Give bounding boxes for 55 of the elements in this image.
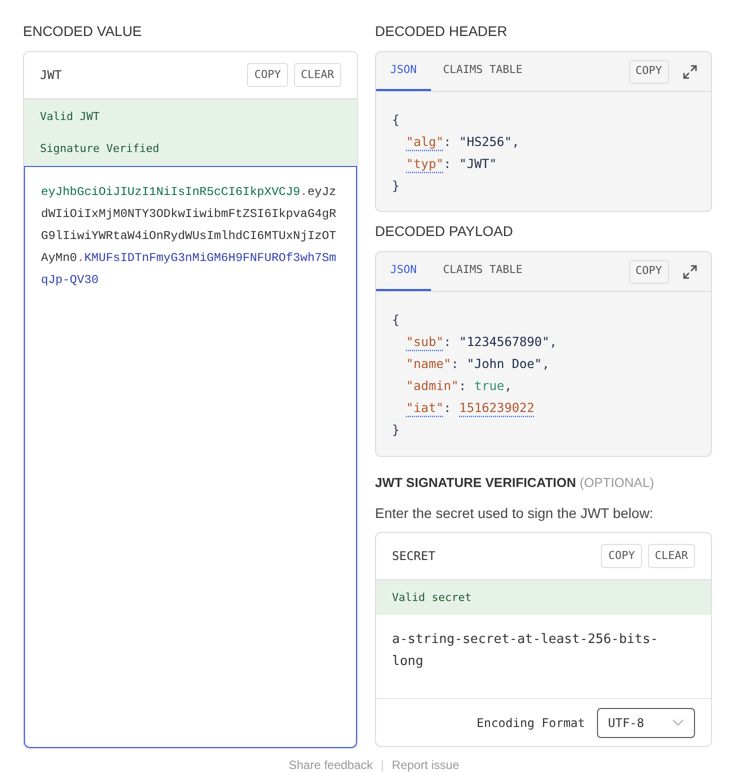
code-text: :	[444, 333, 452, 351]
claim-key: "name"	[406, 353, 452, 375]
claim-value: "JWT"	[459, 155, 497, 173]
claim-value: "John Doe"	[466, 355, 542, 373]
encoding-label: Encoding Format	[476, 714, 585, 732]
code-text: ,	[542, 355, 550, 373]
tab[interactable]: CLAIMS TABLE	[431, 52, 534, 91]
chevron-down-icon	[672, 718, 684, 726]
code-text: ,	[549, 333, 558, 351]
claim-key[interactable]: "typ"	[406, 153, 444, 175]
code-text: }	[392, 177, 401, 195]
action-button[interactable]: CLEAR	[648, 544, 695, 568]
claim-key[interactable]: "alg"	[406, 131, 444, 153]
expand-icon[interactable]	[683, 64, 697, 78]
code-text: {	[392, 111, 401, 129]
action-button[interactable]: COPY	[247, 63, 288, 87]
section-title: DECODED HEADER	[375, 22, 508, 40]
code-text: }	[392, 421, 401, 439]
encoding-select[interactable]: UTF-8	[597, 708, 695, 738]
code-text: :	[444, 399, 452, 417]
claim-value: "1234567890"	[459, 333, 550, 351]
section-title: ENCODED VALUE	[23, 22, 143, 40]
copy-button[interactable]: COPY	[628, 260, 669, 284]
code-text: ,	[512, 133, 520, 151]
secret-field[interactable]: a-string-secret-at-least-256-bits-long	[376, 615, 711, 699]
tab[interactable]: CLAIMS TABLE	[431, 252, 534, 291]
status-banner: Valid secret	[376, 581, 711, 615]
code-text: {	[392, 311, 401, 329]
status-text: Signature Verified	[40, 141, 160, 157]
code-text: :	[451, 355, 459, 373]
code-text: :	[444, 133, 452, 151]
tab[interactable]: JSON	[376, 252, 431, 291]
token-text: eyJhbGciOiJIUzI1NiIsInR5cCI6IkpXVCJ9.eyJzdWIiOiIxMjM0NTY3ODkwIiwibmFtZSI6IkpvaG4gRG9lIiwiYWRtaW4iOnRydWUsImlhdCI6MTUxNjIzOTAyMn0.KMUFsIDTnFmyG3nMiGM6H9FNFUROf3wh7SmqJp-QV30	[41, 184, 338, 289]
tab[interactable]: JSON	[376, 52, 431, 91]
panel-label: SECRET	[392, 548, 436, 565]
code-text: :	[458, 377, 466, 395]
expand-icon[interactable]	[683, 264, 697, 278]
claim-key[interactable]: "iat"	[406, 397, 444, 419]
action-button[interactable]: CLEAR	[294, 63, 341, 87]
panel-label: JWT	[40, 67, 63, 84]
code-text: ,	[504, 377, 512, 395]
code-text: :	[444, 155, 452, 173]
claim-value: "HS256"	[459, 133, 512, 151]
token-field[interactable]: eyJhbGciOiJIUzI1NiIsInR5cCI6IkpXVCJ9.eyJzdWIiOiIxMjM0NTY3ODkwIiwibmFtZSI6IkpvaG4gRG9lIiwiYWRtaW4iOnRydWUsImlhdCI6MTUxNjIzOTAyMn0.KMUFsIDTnFmyG3nMiGM6H9FNFUROf3wh7SmqJp-QV30	[24, 166, 357, 748]
section-subtitle: Enter the secret used to sign the JWT below:	[375, 504, 654, 522]
section-title: JWT SIGNATURE VERIFICATION (OPTIONAL)	[375, 475, 654, 490]
claim-key[interactable]: "sub"	[406, 331, 444, 353]
section-title: DECODED PAYLOAD	[375, 222, 514, 240]
claim-value[interactable]: 1516239022	[459, 397, 534, 419]
separator: |	[380, 757, 384, 772]
claim-value: true	[474, 377, 504, 395]
copy-button[interactable]: COPY	[628, 60, 669, 84]
action-button[interactable]: COPY	[601, 544, 642, 568]
claim-key: "admin"	[406, 375, 459, 397]
status-text: Valid JWT	[40, 109, 101, 125]
